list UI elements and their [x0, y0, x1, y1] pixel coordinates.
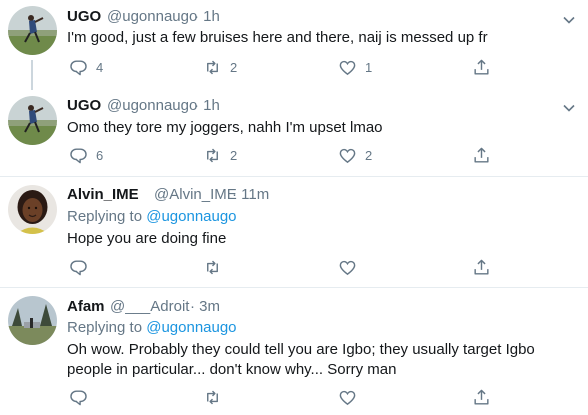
replying-to-mention[interactable]: @ugonnaugo: [146, 319, 236, 336]
tweet-time[interactable]: · 1h: [194, 97, 220, 114]
replying-to: Replying to @ugonnaugo: [67, 208, 237, 225]
like-button[interactable]: 1: [338, 57, 372, 77]
reply-count: 6: [96, 147, 104, 163]
share-button[interactable]: [472, 57, 491, 77]
share-button[interactable]: [472, 145, 491, 165]
retweet-count: 2: [230, 147, 238, 163]
like-count: 1: [365, 59, 373, 75]
thread-line: [31, 60, 33, 90]
like-icon: [339, 260, 356, 275]
reply-icon: [70, 389, 87, 405]
avatar-afam[interactable]: [8, 296, 57, 345]
like-button[interactable]: [338, 257, 357, 277]
tweet-1[interactable]: UGO @ugonnaugo · 1h I'm good, just a few…: [0, 0, 588, 90]
retweet-button[interactable]: 2: [203, 145, 237, 165]
reply-button[interactable]: [69, 257, 88, 277]
reply-button[interactable]: 4: [69, 57, 103, 77]
like-icon: [339, 390, 356, 405]
retweet-icon: [207, 60, 218, 74]
reply-icon: [70, 59, 87, 75]
retweet-icon: [207, 148, 218, 162]
author-handle[interactable]: @Alvin_IME: [154, 186, 237, 203]
share-icon: [474, 259, 489, 275]
like-count: 2: [365, 147, 373, 163]
like-icon: [339, 60, 356, 75]
tweet-text: Omo they tore my joggers, nahh I'm upset…: [67, 119, 383, 136]
tweet-time[interactable]: · 3m: [190, 298, 220, 315]
author-handle[interactable]: @___Adroit: [110, 298, 189, 315]
reply-button[interactable]: [69, 387, 88, 407]
tweet-text: I'm good, just a few bruises here and th…: [67, 29, 488, 46]
share-icon: [474, 147, 489, 163]
share-button[interactable]: [472, 387, 491, 407]
author-handle[interactable]: @ugonnaugo: [107, 8, 197, 25]
like-icon: [339, 148, 356, 163]
reply-button[interactable]: 6: [69, 145, 103, 165]
replying-to-mention[interactable]: @ugonnaugo: [146, 208, 236, 225]
avatar-ugo[interactable]: [8, 6, 57, 55]
tweet-text: Hope you are doing fine: [67, 230, 227, 247]
retweet-icon: [207, 260, 218, 274]
retweet-button[interactable]: [203, 387, 222, 407]
author-name[interactable]: UGO: [67, 8, 101, 25]
retweet-icon: [207, 390, 218, 404]
retweet-count: 2: [230, 59, 238, 75]
like-button[interactable]: [338, 387, 357, 407]
reply-icon: [70, 147, 87, 163]
reply-count: 4: [96, 59, 104, 75]
retweet-button[interactable]: 2: [203, 57, 237, 77]
retweet-button[interactable]: [203, 257, 222, 277]
tweet-3[interactable]: Alvin_IME @Alvin_IME · 11m Replying to @…: [0, 177, 588, 287]
author-name[interactable]: UGO: [67, 97, 101, 114]
avatar-ugo[interactable]: [8, 96, 57, 145]
tweet-text: Oh wow. Probably they could tell you are…: [67, 341, 535, 378]
author-handle[interactable]: @ugonnaugo: [107, 97, 197, 114]
share-button[interactable]: [472, 257, 491, 277]
author-name[interactable]: Afam: [67, 298, 105, 315]
share-icon: [474, 59, 489, 75]
tweet-time[interactable]: · 11m: [232, 186, 269, 203]
author-name[interactable]: Alvin_IME: [67, 186, 139, 203]
tweet-time[interactable]: · 1h: [194, 8, 220, 25]
reply-icon: [70, 259, 87, 275]
tweet-4[interactable]: Afam @___Adroit · 3m Replying to @ugonna…: [0, 288, 588, 415]
avatar-alvin[interactable]: [8, 185, 57, 234]
like-button[interactable]: 2: [338, 145, 372, 165]
share-icon: [474, 389, 489, 405]
replying-to-label: Replying to: [67, 208, 143, 225]
replying-to-label: Replying to: [67, 319, 143, 336]
tweet-2[interactable]: UGO @ugonnaugo · 1h Omo they tore my jog…: [0, 88, 588, 176]
chevron-down-icon[interactable]: [561, 12, 577, 28]
chevron-down-icon[interactable]: [561, 100, 577, 116]
replying-to: Replying to @ugonnaugo: [67, 319, 237, 336]
